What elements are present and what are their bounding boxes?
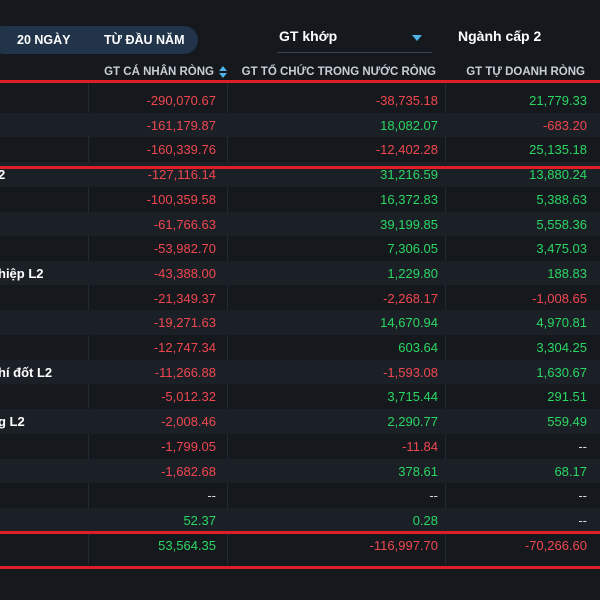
institution-net-value: 39,199.85 bbox=[380, 216, 438, 232]
proprietary-net-value: 21,779.33 bbox=[529, 93, 587, 108]
proprietary-net-value: -683.20 bbox=[542, 117, 587, 133]
highlight-line bbox=[0, 166, 600, 169]
institution-net-value: 1,229.80 bbox=[387, 265, 438, 281]
institution-net-value: -12,402.28 bbox=[375, 142, 438, 158]
table-row[interactable]: -1,799.05 -11.84 -- bbox=[0, 434, 600, 459]
table-row[interactable]: 53,564.35 -116,997.70 -70,266.60 bbox=[0, 533, 600, 558]
sort-icon[interactable] bbox=[219, 66, 227, 78]
proprietary-net-value: 559.49 bbox=[547, 414, 587, 430]
column-header-proprietary[interactable]: GT TỰ DOANH RÒNG bbox=[466, 66, 585, 78]
table-row[interactable]: -161,179.87 18,082.07 -683.20 bbox=[0, 112, 600, 138]
table-row[interactable]: -100,359.58 16,372.83 5,388.63 bbox=[0, 187, 600, 212]
table-row[interactable]: -5,012.32 3,715.44 291.51 bbox=[0, 384, 600, 409]
individual-net-value: -100,359.58 bbox=[146, 191, 216, 207]
institution-net-value: -- bbox=[429, 488, 438, 504]
individual-net-value: -- bbox=[207, 488, 216, 504]
institution-net-value: 18,082.07 bbox=[380, 117, 438, 133]
proprietary-net-value: 291.51 bbox=[547, 389, 587, 405]
institution-net-value: 16,372.83 bbox=[380, 191, 438, 207]
toolbar: 20 NGÀY TỪ ĐẦU NĂM GT khớp Ngành cấp 2 bbox=[0, 0, 600, 62]
table-row[interactable]: hiệp L2 -43,388.00 1,229.80 188.83 bbox=[0, 260, 600, 286]
institution-net-value: 2,290.77 bbox=[387, 414, 438, 430]
table-row[interactable]: g L2 -2,008.46 2,290.77 559.49 bbox=[0, 409, 600, 434]
table-row[interactable]: hí đốt L2 -11,266.88 -1,593.08 1,630.67 bbox=[0, 359, 600, 385]
industry-level-label: Ngành cấp 2 bbox=[458, 28, 542, 44]
institution-net-value: 7,306.05 bbox=[387, 241, 438, 257]
individual-net-value: -61,766.63 bbox=[153, 216, 216, 232]
institution-net-value: -38,735.18 bbox=[375, 93, 438, 108]
individual-net-value: -290,070.67 bbox=[146, 93, 216, 108]
institution-net-value: 3,715.44 bbox=[387, 389, 438, 405]
institution-net-value: 31,216.59 bbox=[380, 167, 438, 183]
institution-net-value: 603.64 bbox=[398, 340, 438, 355]
industry-name: hí đốt L2 bbox=[0, 364, 53, 380]
proprietary-net-value: 4,970.81 bbox=[536, 315, 587, 331]
industry-name: 2 bbox=[0, 167, 6, 183]
table-row[interactable]: -21,349.37 -2,268.17 -1,008.65 bbox=[0, 286, 600, 311]
individual-net-value: -19,271.63 bbox=[153, 315, 216, 331]
individual-net-value: 53,564.35 bbox=[158, 537, 216, 553]
proprietary-net-value: 5,558.36 bbox=[536, 216, 587, 232]
proprietary-net-value: -70,266.60 bbox=[524, 537, 587, 553]
highlight-line bbox=[0, 566, 600, 569]
individual-net-value: 52.37 bbox=[183, 512, 216, 528]
table-row[interactable]: -- -- -- bbox=[0, 483, 600, 508]
table-row[interactable]: -53,982.70 7,306.05 3,475.03 bbox=[0, 236, 600, 261]
value-type-dropdown[interactable]: GT khớp bbox=[277, 26, 432, 53]
institution-net-value: -2,268.17 bbox=[383, 290, 438, 306]
institution-net-value: 14,670.94 bbox=[380, 315, 438, 331]
table-row[interactable]: 52.37 0.28 -- bbox=[0, 507, 600, 533]
institution-net-value: -11.84 bbox=[402, 438, 438, 454]
individual-net-value: -2,008.46 bbox=[161, 414, 216, 430]
individual-net-value: -1,799.05 bbox=[161, 438, 216, 454]
individual-net-value: -21,349.37 bbox=[153, 290, 216, 306]
table-row[interactable]: -290,070.67 -38,735.18 21,779.33 bbox=[0, 88, 600, 113]
tab-year-to-date[interactable]: TỪ ĐẦU NĂM bbox=[104, 33, 185, 47]
individual-net-value: -53,982.70 bbox=[153, 241, 216, 257]
proprietary-net-value: 25,135.18 bbox=[529, 142, 587, 158]
column-header-institution[interactable]: GT TỔ CHỨC TRONG NƯỚC RÒNG bbox=[242, 66, 436, 78]
proprietary-net-value: -1,008.65 bbox=[532, 290, 587, 306]
institution-net-value: 378.61 bbox=[398, 463, 438, 479]
institution-net-value: -1,593.08 bbox=[383, 364, 438, 380]
individual-net-value: -127,116.14 bbox=[147, 167, 216, 183]
individual-net-value: -160,339.76 bbox=[146, 142, 216, 158]
individual-net-value: -1,682.68 bbox=[161, 463, 216, 479]
industry-name: g L2 bbox=[0, 414, 25, 430]
industry-level-dropdown[interactable]: Ngành cấp 2 bbox=[456, 26, 600, 52]
proprietary-net-value: -- bbox=[578, 438, 587, 454]
highlight-line bbox=[0, 531, 600, 534]
proprietary-net-value: 5,388.63 bbox=[536, 191, 587, 207]
proprietary-net-value: 13,880.24 bbox=[529, 167, 587, 183]
individual-net-value: -161,179.87 bbox=[146, 117, 216, 133]
chevron-down-icon bbox=[412, 35, 422, 41]
table-row[interactable]: -61,766.63 39,199.85 5,558.36 bbox=[0, 211, 600, 237]
proprietary-net-value: 3,475.03 bbox=[536, 241, 587, 257]
individual-net-value: -5,012.32 bbox=[161, 389, 216, 405]
institution-net-value: -116,997.70 bbox=[369, 537, 438, 553]
industry-name: hiệp L2 bbox=[0, 265, 44, 281]
individual-net-value: -12,747.34 bbox=[153, 340, 216, 355]
value-type-label: GT khớp bbox=[279, 28, 338, 44]
institution-net-value: 0.28 bbox=[412, 512, 438, 528]
proprietary-net-value: 188.83 bbox=[547, 265, 587, 281]
proprietary-net-value: 3,304.25 bbox=[536, 340, 587, 355]
highlight-line bbox=[0, 80, 600, 83]
proprietary-net-value: 68.17 bbox=[554, 463, 587, 479]
proprietary-net-value: -- bbox=[578, 512, 587, 528]
proprietary-net-value: 1,630.67 bbox=[536, 364, 587, 380]
table-row[interactable]: -1,682.68 378.61 68.17 bbox=[0, 458, 600, 484]
tab-20-days[interactable]: 20 NGÀY bbox=[17, 33, 71, 47]
proprietary-net-value: -- bbox=[578, 488, 587, 504]
table-row[interactable]: -160,339.76 -12,402.28 25,135.18 bbox=[0, 137, 600, 162]
table-row[interactable]: -19,271.63 14,670.94 4,970.81 bbox=[0, 310, 600, 335]
individual-net-value: -11,266.88 bbox=[154, 364, 216, 380]
table-row[interactable]: -12,747.34 603.64 3,304.25 bbox=[0, 335, 600, 360]
individual-net-value: -43,388.00 bbox=[153, 265, 216, 281]
column-header-individual[interactable]: GT CÁ NHÂN RÒNG bbox=[104, 66, 214, 78]
